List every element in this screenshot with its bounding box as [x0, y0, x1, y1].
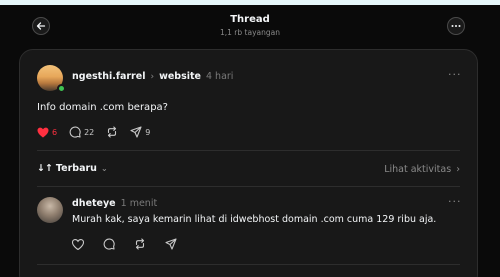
sort-row: ↓↑ Terbaru ⌄ Lihat aktivitas › [37, 163, 460, 179]
post-time: 4 hari [205, 71, 234, 82]
chevron-right-icon: › [150, 71, 155, 82]
repost-icon [135, 238, 145, 250]
post-more-icon[interactable]: ··· [448, 68, 462, 81]
reply-repost-button[interactable] [134, 238, 146, 250]
activity-label: Lihat aktivitas [384, 164, 452, 175]
post-topic[interactable]: website [159, 71, 201, 82]
reply-time: 1 menit [120, 198, 158, 209]
more-options-button[interactable] [447, 17, 465, 35]
comment-icon [69, 126, 81, 138]
like-button[interactable]: 6 [37, 127, 57, 138]
share-count: 9 [145, 127, 151, 137]
divider [37, 186, 460, 187]
chevron-right-icon: › [456, 164, 460, 175]
chevron-down-icon: ⌄ [100, 164, 108, 173]
heart-icon [72, 238, 84, 250]
heart-filled-icon [37, 127, 49, 137]
send-icon [165, 238, 177, 250]
sort-label: Terbaru [55, 163, 97, 174]
post-header: ngesthi.farrel › website 4 hari [72, 71, 233, 82]
ellipsis-icon [451, 25, 461, 27]
reply-comment-button[interactable] [103, 238, 115, 250]
share-button[interactable]: 9 [130, 126, 150, 138]
sort-arrows-icon: ↓↑ [37, 163, 53, 174]
reply-header: dheteye 1 menit [72, 198, 157, 209]
reply-like-button[interactable] [72, 238, 84, 250]
comment-icon [103, 238, 115, 250]
comment-count: 22 [84, 127, 95, 137]
divider [37, 150, 460, 151]
post-text: Info domain .com berapa? [37, 102, 168, 113]
sort-dropdown[interactable]: ↓↑ Terbaru ⌄ [37, 163, 108, 174]
divider [37, 264, 460, 265]
view-count: 1,1 rb tayangan [220, 28, 280, 37]
view-activity-link[interactable]: Lihat aktivitas › [384, 164, 460, 175]
like-count: 6 [52, 127, 58, 137]
repost-icon [108, 126, 117, 138]
post-username[interactable]: ngesthi.farrel [72, 71, 145, 82]
page-title: Thread [230, 14, 270, 25]
reply-share-button[interactable] [165, 238, 177, 250]
reply-more-icon[interactable]: ··· [448, 195, 462, 208]
thread-header: Thread 1,1 rb tayangan [0, 5, 500, 47]
send-icon [130, 126, 142, 138]
repost-button[interactable] [106, 126, 118, 138]
thread-panel: ngesthi.farrel › website 4 hari ··· Info… [19, 49, 478, 277]
post-actions: 6 22 9 [37, 126, 162, 138]
reply-username[interactable]: dheteye [72, 198, 116, 209]
reply-actions [72, 238, 196, 250]
reply-text: Murah kak, saya kemarin lihat di idwebho… [72, 214, 437, 225]
reply-avatar[interactable] [37, 197, 63, 223]
comment-button[interactable]: 22 [69, 126, 94, 138]
online-indicator [57, 84, 66, 93]
